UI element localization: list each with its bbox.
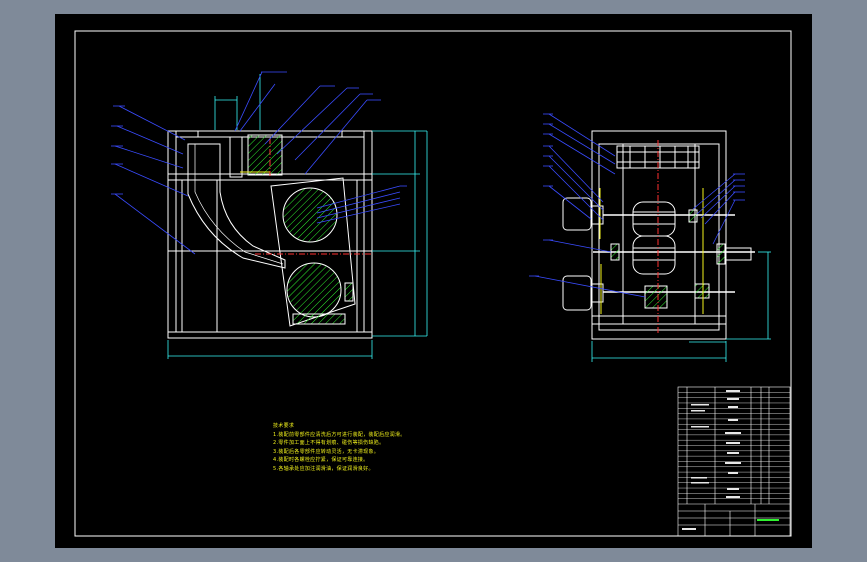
technical-notes: 技术要求 1.装配前零部件应清洗后方可进行装配，装配后应润滑。 2.零件加工面上… bbox=[273, 422, 451, 474]
front-balloons bbox=[111, 71, 407, 195]
note-item: 1.装配前零部件应清洗后方可进行装配，装配后应润滑。 bbox=[273, 431, 406, 438]
lower-roller bbox=[286, 262, 342, 318]
note-item: 3.装配后各零部件应转动灵活，无卡滞现象。 bbox=[273, 448, 380, 455]
side-upper-roller bbox=[632, 201, 676, 237]
left-motor-upper bbox=[562, 197, 592, 231]
cad-viewport[interactable]: 技术要求 1.装配前零部件应清洗后方可进行装配，装配后应润滑。 2.零件加工面上… bbox=[55, 14, 812, 548]
note-item: 4.装配时各螺栓应拧紧，保证可靠连接。 bbox=[273, 457, 369, 464]
notes-title: 技术要求 bbox=[273, 423, 295, 429]
note-item: 5.各轴承处应加注润滑油，保证润滑良好。 bbox=[273, 465, 374, 472]
front-view bbox=[167, 130, 373, 339]
side-view bbox=[562, 130, 755, 340]
side-lower-roller bbox=[632, 235, 676, 275]
title-block-marks bbox=[682, 390, 779, 530]
side-dimensions bbox=[591, 251, 771, 362]
upper-block bbox=[247, 134, 283, 176]
note-item: 2.零件加工面上不得有划痕、碰伤等损伤缺陷。 bbox=[273, 440, 385, 447]
left-motor-lower bbox=[562, 275, 592, 311]
